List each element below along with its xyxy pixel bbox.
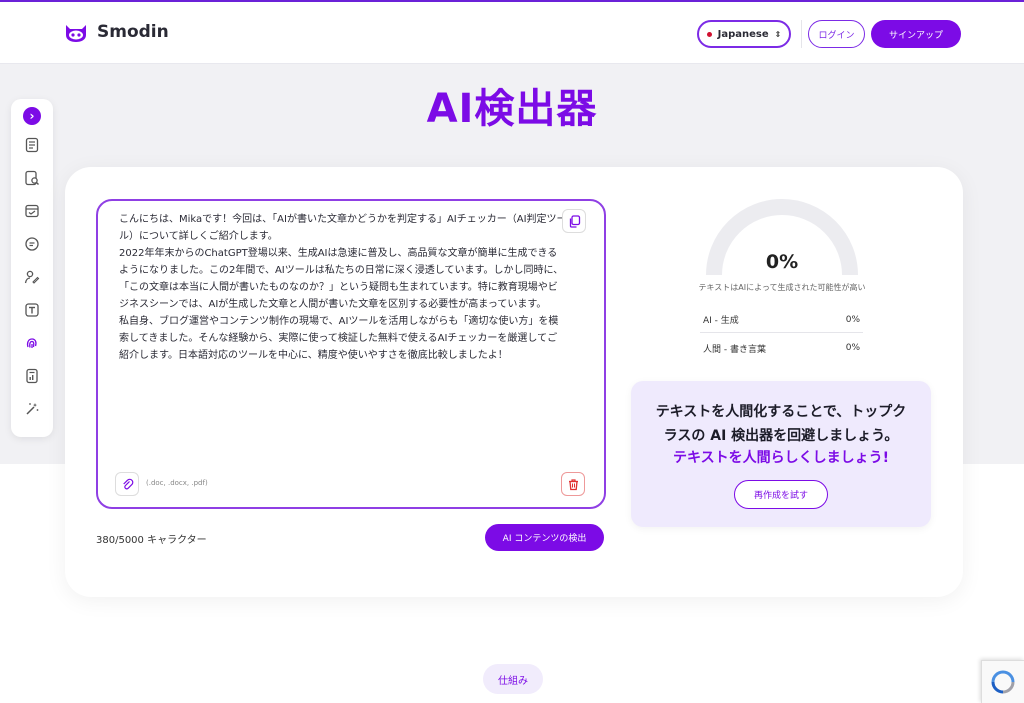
recaptcha-badge[interactable]	[981, 660, 1024, 703]
sidebar-item-document[interactable]	[22, 135, 42, 155]
copy-icon	[569, 214, 580, 228]
stat-label: 人間 - 書き言葉	[703, 344, 766, 355]
login-button[interactable]: ログイン	[808, 20, 865, 48]
stat-value: 0%	[845, 343, 860, 353]
brand-name: Smodin	[97, 22, 169, 42]
stat-row-human-written: 人間 - 書き言葉 0%	[700, 335, 863, 361]
expand-sidebar-button[interactable]: ›	[23, 107, 41, 125]
language-label: Japanese	[717, 28, 769, 40]
writer-icon	[24, 270, 40, 284]
fingerprint-icon	[26, 338, 37, 348]
chevron-updown-icon: ⇕	[774, 29, 782, 39]
how-it-works-button[interactable]: 仕組み	[483, 664, 543, 694]
sidebar-item-text[interactable]	[22, 300, 42, 320]
ai-score-value: 0%	[765, 251, 799, 273]
sidebar-item-writer[interactable]	[22, 267, 42, 287]
supported-formats: (.doc, .docx, .pdf)	[146, 479, 208, 487]
stat-label: AI - 生成	[703, 316, 739, 326]
brand-logo[interactable]: Smodin	[63, 21, 169, 43]
ai-score-caption: テキストはAIによって生成された可能性が高い	[698, 283, 866, 292]
tool-sidebar: ›	[11, 99, 53, 437]
top-header: Smodin Japanese ⇕ ログイン サインアップ	[0, 0, 1024, 64]
character-count: 380/5000 キャラクター	[96, 535, 207, 546]
sidebar-item-magic[interactable]	[22, 399, 42, 419]
try-rewrite-button[interactable]: 再作成を試す	[734, 480, 828, 509]
report-icon	[26, 368, 38, 384]
text-icon	[25, 303, 39, 317]
sidebar-item-search-document[interactable]	[22, 168, 42, 188]
sidebar-item-report[interactable]	[22, 366, 42, 386]
recaptcha-icon	[991, 670, 1015, 694]
header-divider	[801, 20, 802, 48]
copy-button[interactable]	[562, 209, 586, 233]
input-text[interactable]: こんにちは、Mikaです！今回は、「AIが書いた文章かどうかを判定する」AIチェ…	[119, 211, 567, 364]
magic-wand-icon	[26, 403, 39, 415]
page-title: AI検出器	[426, 86, 598, 132]
attach-file-button[interactable]	[115, 472, 139, 496]
trash-icon	[568, 478, 578, 490]
citation-icon	[25, 237, 39, 251]
signup-button[interactable]: サインアップ	[871, 20, 961, 48]
document-icon	[25, 137, 39, 153]
sidebar-item-citation[interactable]	[22, 234, 42, 254]
detect-ai-content-button[interactable]: AI コンテンツの検出	[485, 524, 604, 551]
text-input-area[interactable]: こんにちは、Mikaです！今回は、「AIが書いた文章かどうかを判定する」AIチェ…	[96, 199, 606, 509]
promo-line-1: テキストを人間化することで、トップク	[655, 404, 907, 420]
japan-flag-icon	[706, 31, 712, 37]
sidebar-item-ai-detector[interactable]	[22, 333, 42, 353]
promo-line-2: ラスの AI 検出器を回避しましょう。	[663, 428, 899, 444]
smodin-logo-icon	[66, 25, 86, 42]
clear-text-button[interactable]	[561, 472, 585, 496]
stat-value: 0%	[845, 314, 860, 325]
stat-row-ai-generated: AI - 生成 0%	[700, 307, 863, 333]
checklist-icon	[25, 204, 39, 218]
language-selector[interactable]: Japanese ⇕	[697, 20, 791, 48]
paperclip-icon	[122, 478, 133, 489]
promo-line-3: テキストを人間らしくしましょう!	[673, 450, 889, 466]
sidebar-item-checklist[interactable]	[22, 201, 42, 221]
search-document-icon	[25, 170, 39, 186]
